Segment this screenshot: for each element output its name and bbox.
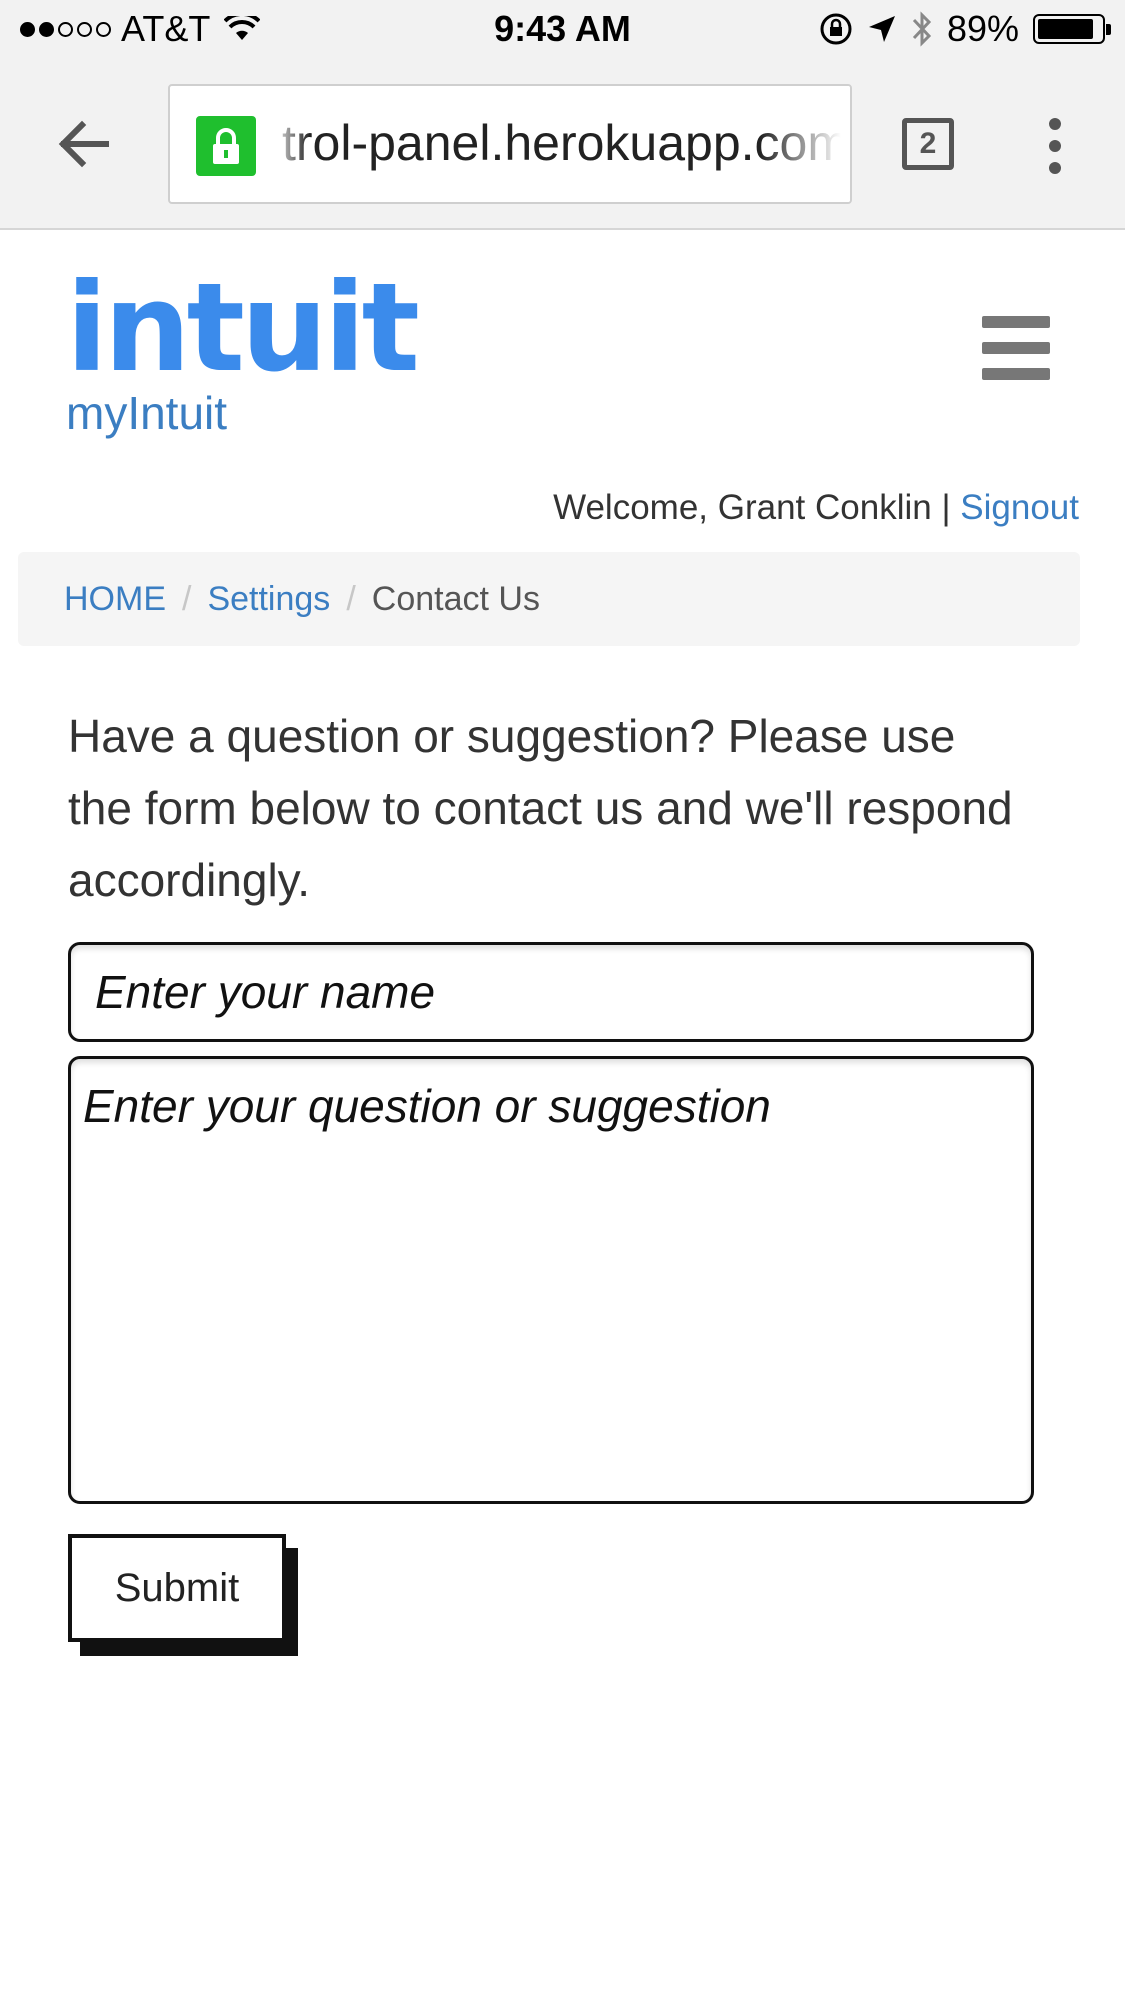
rotation-lock-icon: [820, 13, 852, 45]
intuit-logo[interactable]: intuit: [66, 258, 466, 378]
tab-count: 2: [919, 127, 937, 160]
breadcrumb-separator: /: [182, 579, 192, 618]
browser-toolbar: trol-panel.herokuapp.com 2: [0, 60, 1125, 230]
lock-icon: [196, 116, 256, 176]
submit-button[interactable]: Submit: [68, 1534, 286, 1642]
breadcrumb: HOME / Settings / Contact Us: [18, 552, 1080, 646]
name-input[interactable]: [68, 942, 1034, 1042]
battery-icon: [1033, 14, 1111, 44]
breadcrumb-settings[interactable]: Settings: [207, 580, 330, 619]
svg-text:intuit: intuit: [66, 258, 418, 378]
welcome-text: Welcome, Grant Conklin |: [553, 488, 951, 527]
question-textarea[interactable]: [68, 1056, 1034, 1504]
overflow-menu-icon[interactable]: [1040, 118, 1070, 174]
welcome-message: Welcome, Grant Conklin | Signout: [553, 488, 1079, 528]
breadcrumb-current: Contact Us: [371, 579, 540, 618]
breadcrumb-separator: /: [346, 579, 356, 618]
tabs-icon[interactable]: 2: [902, 118, 954, 170]
breadcrumb-home[interactable]: HOME: [64, 580, 166, 619]
hamburger-icon[interactable]: [982, 316, 1050, 380]
bluetooth-icon: [912, 11, 932, 47]
status-right: 89%: [819, 8, 1111, 50]
address-bar[interactable]: trol-panel.herokuapp.com: [168, 84, 852, 204]
signout-link[interactable]: Signout: [960, 488, 1079, 527]
battery-percent: 89%: [946, 8, 1019, 49]
location-icon: [868, 16, 895, 42]
contact-intro: Have a question or suggestion? Please us…: [68, 710, 1013, 906]
myintuit-label[interactable]: myIntuit: [66, 386, 227, 440]
status-bar: AT&T 9:43 AM 89%: [0, 0, 1125, 60]
back-arrow-icon[interactable]: [52, 112, 116, 176]
